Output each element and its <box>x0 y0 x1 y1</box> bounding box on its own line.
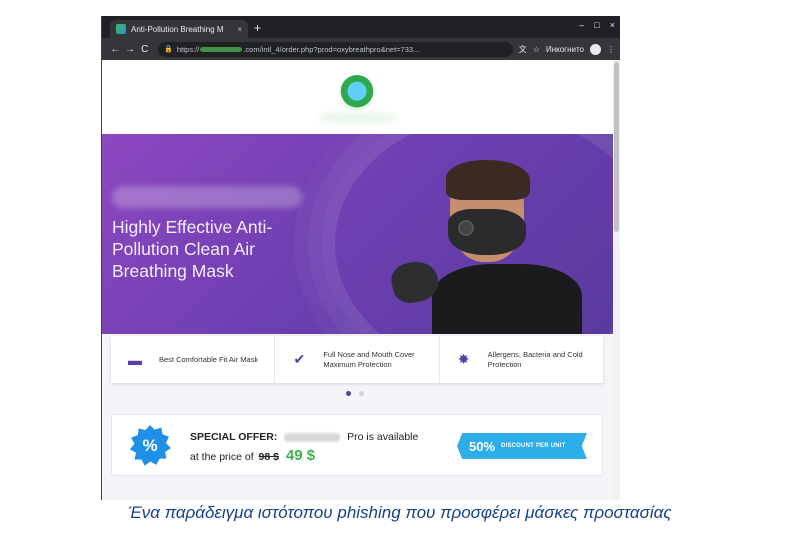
translate-icon[interactable]: 文 <box>519 44 527 55</box>
discount-percent: 50% <box>469 438 496 454</box>
tab-title: Anti-Pollution Breathing M <box>131 24 224 34</box>
redacted-product-name <box>112 186 302 208</box>
new-price: 49 $ <box>285 447 316 464</box>
price-prefix: at the price of <box>190 451 254 463</box>
model-hair <box>446 160 530 200</box>
feature-text: Allergens, Bacteria and Cold Protection <box>487 349 583 369</box>
feature-coverage: ✔ Full Nose and Mouth Cover Maximum Prot… <box>275 336 440 383</box>
navigation-bar: ← → C 🔒 https:// .com/intl_4/order.php?p… <box>102 38 620 60</box>
url-suffix: .com/intl_4/order.php?prod=oxybreathpro&… <box>243 44 420 54</box>
offer-available: Pro is available <box>347 431 419 443</box>
offer-price-line: at the price of 98 $ 49 $ <box>190 447 315 464</box>
special-offer-box: % SPECIAL OFFER: Pro is available at the… <box>111 414 603 476</box>
url-prefix: https:// <box>176 44 200 54</box>
feature-text: Best Comfortable Fit Air Mask <box>159 354 259 364</box>
close-window-button[interactable]: × <box>610 20 615 30</box>
minimize-button[interactable]: – <box>579 20 584 30</box>
favicon-icon <box>116 24 126 34</box>
redacted-product <box>284 432 341 442</box>
carousel-dots <box>346 391 364 396</box>
scroll-thumb[interactable] <box>614 62 619 232</box>
mask-icon: ▬ <box>128 351 142 368</box>
discount-label: DISCOUNT PER UNIT <box>501 443 566 449</box>
old-price: 98 $ <box>258 451 279 463</box>
back-button[interactable]: ← <box>108 44 123 55</box>
figure-caption: Ένα παράδειγμα ιστότοπου phishing που πρ… <box>128 503 672 522</box>
incognito-icon[interactable] <box>590 43 602 55</box>
feature-text: Full Nose and Mouth Cover Maximum Protec… <box>323 349 415 369</box>
logo-glow <box>317 112 397 124</box>
browser-window: Anti-Pollution Breathing M × + – □ × ← →… <box>101 16 620 500</box>
carousel-dot-1[interactable] <box>346 391 351 396</box>
hero-title: Highly Effective Anti-Pollution Clean Ai… <box>112 217 273 281</box>
mask-valve <box>458 220 474 236</box>
lock-icon: 🔒 <box>164 46 173 53</box>
discount-ribbon: 50% DISCOUNT PER UNIT <box>457 433 587 459</box>
redacted-domain <box>200 46 243 52</box>
forward-button[interactable]: → <box>123 44 138 55</box>
hero-banner: Highly Effective Anti-Pollution Clean Ai… <box>102 134 614 334</box>
site-header <box>102 60 614 134</box>
model-body <box>432 264 582 334</box>
feature-comfort: ▬ Best Comfortable Fit Air Mask <box>111 336 276 383</box>
lungs-logo-icon[interactable] <box>339 75 375 111</box>
incognito-label: Инкогнито <box>545 44 585 54</box>
checkmark-icon: ✔ <box>293 351 306 367</box>
carousel-dot-2[interactable] <box>359 391 364 396</box>
offer-label: SPECIAL OFFER: <box>190 431 278 443</box>
address-bar[interactable]: 🔒 https:// .com/intl_4/order.php?prod=ox… <box>158 41 513 57</box>
feature-protection: ✸ Allergens, Bacteria and Cold Protectio… <box>440 336 603 383</box>
toolbar-right: 文 ☆ Инкогнито ⋮ <box>519 43 615 55</box>
offer-headline: SPECIAL OFFER: Pro is available <box>190 431 418 443</box>
percent-badge-icon: % <box>129 425 171 466</box>
new-tab-button[interactable]: + <box>254 21 261 35</box>
star-icon[interactable]: ☆ <box>533 45 540 54</box>
close-tab-icon[interactable]: × <box>237 25 242 34</box>
maximize-button[interactable]: □ <box>594 20 599 30</box>
browser-tab[interactable]: Anti-Pollution Breathing M × <box>110 20 248 38</box>
page-scrollbar[interactable] <box>613 60 620 500</box>
reload-button[interactable]: C <box>137 44 152 55</box>
features-strip: ▬ Best Comfortable Fit Air Mask ✔ Full N… <box>111 336 603 383</box>
virus-icon: ✸ <box>457 351 470 367</box>
web-page: Highly Effective Anti-Pollution Clean Ai… <box>102 60 614 500</box>
window-controls: – □ × <box>579 20 615 30</box>
tab-bar: Anti-Pollution Breathing M × + – □ × <box>102 16 620 38</box>
menu-icon[interactable]: ⋮ <box>607 45 615 54</box>
